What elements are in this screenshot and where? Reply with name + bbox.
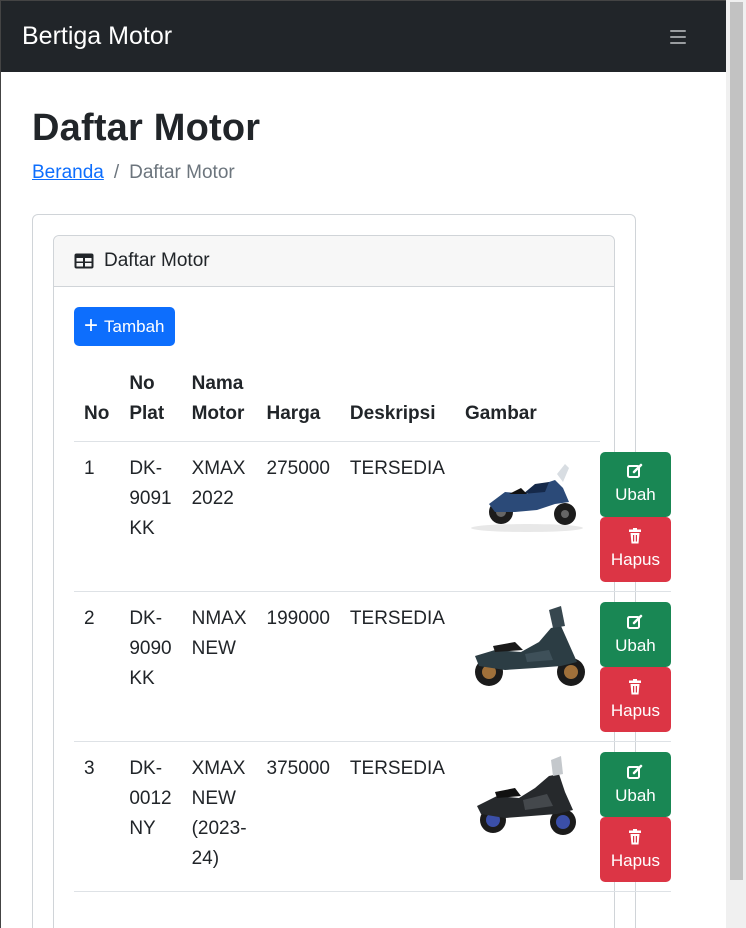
delete-button-label: Hapus	[610, 550, 661, 569]
cell-nama: XMAX NEW (2023-24)	[181, 741, 257, 892]
cell-actions: Ubah Hapus	[599, 741, 671, 892]
edit-icon	[627, 463, 643, 478]
page-title: Daftar Motor	[32, 107, 261, 149]
cell-deskripsi: TERSEDIA	[339, 441, 455, 592]
trash-icon	[629, 828, 642, 844]
cell-nama: NMAX NEW	[181, 591, 257, 742]
card-title: Daftar Motor	[104, 250, 210, 271]
breadcrumb: Beranda / Daftar Motor	[32, 162, 726, 184]
motor-card: Daftar Motor + Tambah No No Plat Nama Mo…	[53, 235, 671, 928]
delete-button[interactable]: Hapus	[599, 516, 671, 582]
brand-link[interactable]: Bertiga Motor	[22, 22, 172, 51]
menu-toggle-icon[interactable]	[670, 29, 686, 44]
cell-no: 2	[74, 591, 120, 742]
cell-harga: 275000	[256, 441, 340, 592]
header-gambar: Gambar	[454, 364, 600, 442]
edit-icon	[627, 764, 643, 779]
header-no: No	[74, 364, 120, 442]
motorcycle-image	[476, 756, 576, 835]
table-row: 3 DK-0012 NY XMAX NEW (2023-24) 375000 T…	[74, 741, 671, 892]
delete-button[interactable]: Hapus	[599, 817, 671, 882]
header-nama: Nama Motor	[181, 364, 257, 442]
cell-gambar	[454, 441, 600, 592]
scrollbar-thumb[interactable]	[730, 2, 743, 880]
breadcrumb-home-link[interactable]: Beranda	[32, 162, 104, 184]
add-button-label: Tambah	[104, 316, 165, 336]
table-header-row: No No Plat Nama Motor Harga Deskripsi Ga…	[74, 364, 671, 442]
table-row: 2 DK-9090 KK NMAX NEW 199000 TERSEDIA Ub…	[74, 591, 671, 742]
edit-icon	[627, 614, 643, 629]
navbar: Bertiga Motor	[1, 1, 726, 72]
cell-gambar	[454, 741, 600, 892]
header-deskripsi: Deskripsi	[339, 364, 455, 442]
header-harga: Harga	[256, 364, 340, 442]
delete-button-label: Hapus	[610, 700, 661, 720]
card-header: Daftar Motor	[54, 236, 614, 287]
edit-button[interactable]: Ubah	[599, 602, 671, 667]
motorcycle-image	[474, 606, 585, 686]
cell-harga: 199000	[256, 591, 340, 742]
edit-button[interactable]: Ubah	[599, 451, 671, 517]
breadcrumb-separator: /	[113, 162, 120, 183]
edit-button[interactable]: Ubah	[599, 752, 671, 817]
edit-button-label: Ubah	[615, 485, 656, 504]
motorcycle-image	[470, 464, 583, 532]
outer-card: Daftar Motor + Tambah No No Plat Nama Mo…	[32, 214, 671, 928]
cell-plat: DK-0012 NY	[119, 741, 182, 892]
add-button[interactable]: + Tambah	[74, 307, 175, 346]
cell-deskripsi: TERSEDIA	[339, 741, 455, 892]
trash-icon	[629, 678, 642, 694]
cell-actions: Ubah Hapus	[599, 591, 671, 742]
main-content: Daftar Motor Beranda / Daftar Motor Daft…	[1, 106, 726, 928]
header-actions	[600, 364, 671, 442]
cell-deskripsi: TERSEDIA	[339, 591, 455, 742]
vertical-scrollbar[interactable]	[726, 0, 746, 928]
cell-plat: DK-9090 KK	[119, 591, 182, 742]
delete-button-label: Hapus	[610, 850, 661, 870]
cell-no: 1	[74, 441, 120, 592]
cell-gambar	[454, 591, 600, 742]
trash-icon	[629, 528, 642, 544]
cell-harga: 375000	[256, 741, 340, 892]
delete-button[interactable]: Hapus	[599, 667, 671, 732]
cell-plat: DK-9091 KK	[119, 441, 182, 592]
edit-button-label: Ubah	[615, 635, 656, 655]
cell-nama: XMAX 2022	[181, 441, 257, 592]
motor-table: No No Plat Nama Motor Harga Deskripsi Ga…	[74, 364, 671, 892]
header-plat: No Plat	[119, 364, 182, 442]
cell-no: 3	[74, 741, 120, 892]
table-icon	[74, 253, 94, 269]
cell-actions: Ubah Hapus	[599, 441, 671, 592]
breadcrumb-current: Daftar Motor	[129, 162, 235, 183]
table-row: 1 DK-9091 KK XMAX 2022 275000 TERSEDIA U…	[74, 441, 671, 592]
edit-button-label: Ubah	[615, 785, 656, 805]
plus-icon: +	[84, 311, 99, 339]
browser-window: Bertiga Motor Daftar Motor Beranda / Daf…	[0, 0, 726, 928]
